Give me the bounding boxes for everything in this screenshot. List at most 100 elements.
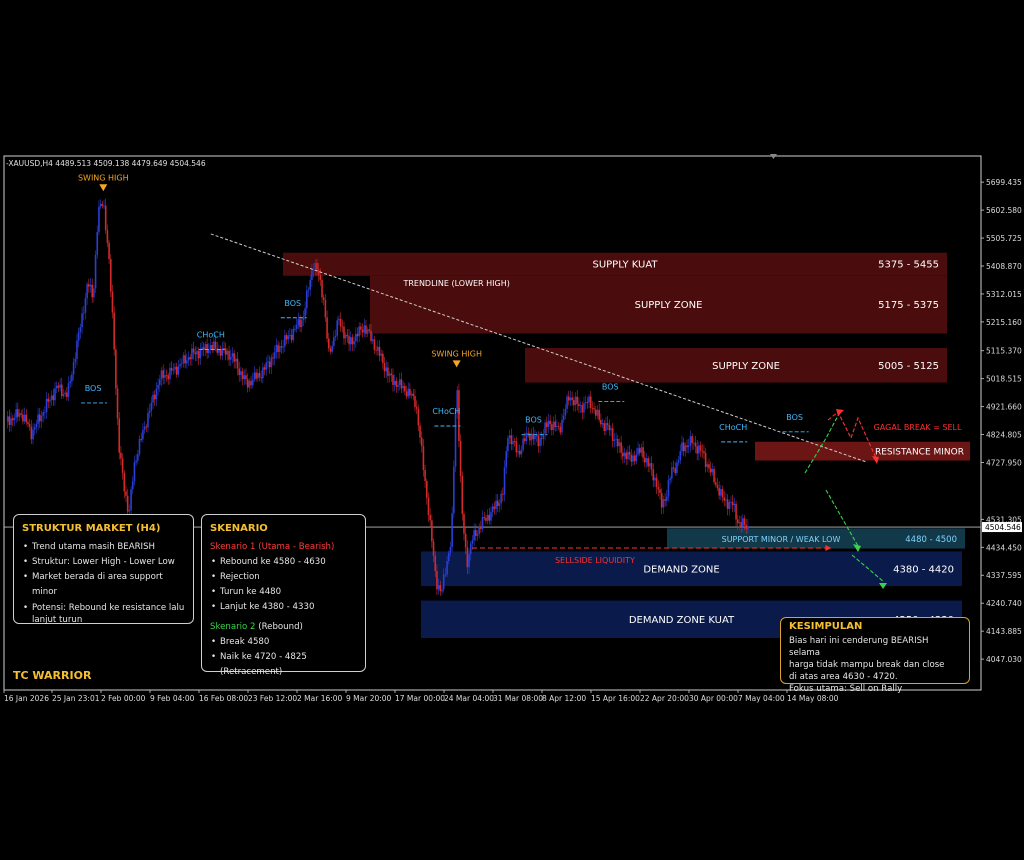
annotation-label: BOS <box>786 413 803 422</box>
candle-body <box>57 385 60 388</box>
candle-body <box>164 375 166 378</box>
candle-body <box>537 435 540 447</box>
candle-body <box>417 408 420 426</box>
candle-body <box>461 475 464 514</box>
candle-body <box>721 489 724 498</box>
candle-body <box>13 417 16 421</box>
candle-body <box>525 432 528 442</box>
candle-body <box>622 452 624 457</box>
candle-body <box>510 435 513 445</box>
candle-body <box>311 270 313 280</box>
candle-body <box>8 416 11 425</box>
candle-body <box>191 348 193 360</box>
y-tick-label: 4727.950 <box>986 459 1022 468</box>
candle-body <box>557 426 560 427</box>
candle-body <box>375 349 377 351</box>
annotation-label: SWING HIGH <box>78 173 129 182</box>
candle-body <box>179 364 181 367</box>
candle-body <box>723 497 726 501</box>
candle-body <box>6 416 9 422</box>
candle-body <box>30 426 33 440</box>
candle-body <box>635 454 638 462</box>
candle-body <box>505 451 508 468</box>
candle-body <box>424 469 426 482</box>
zone-range: 4380 - 4420 <box>893 564 954 575</box>
candle-body <box>235 358 237 362</box>
candle-body <box>140 438 142 440</box>
candle-body <box>250 380 252 386</box>
candle-body <box>745 524 747 529</box>
candle-body <box>93 288 95 298</box>
candle-body <box>442 574 445 590</box>
candle-body <box>20 413 23 415</box>
candle-body <box>392 375 394 385</box>
zone-label: RESISTANCE MINOR <box>875 448 964 458</box>
candle-body <box>126 495 129 512</box>
candle-body <box>552 421 555 430</box>
candle-body <box>574 396 577 406</box>
candle-body <box>436 571 438 590</box>
candle-body <box>280 346 283 348</box>
x-tick-label: 17 Mar 00:00 <box>395 694 445 703</box>
candle-body <box>130 489 132 511</box>
candle-body <box>94 254 97 289</box>
candle-body <box>223 347 225 349</box>
candle-body <box>15 409 17 418</box>
x-tick-label: 16 Jan 2026 <box>4 694 49 703</box>
candle-body <box>561 419 563 433</box>
candle-body <box>241 371 244 380</box>
candle-body <box>681 442 683 451</box>
candle-body <box>143 426 146 430</box>
candle-body <box>327 338 330 349</box>
candle-body <box>84 298 87 313</box>
candle-body <box>468 554 470 568</box>
candle-body <box>544 422 546 434</box>
annotation-label: GAGAL BREAK = SELL <box>874 423 962 432</box>
candle-body <box>356 333 359 337</box>
candle-body <box>517 451 519 453</box>
candle-body <box>432 541 435 556</box>
candle-body <box>204 344 207 350</box>
candle-body <box>671 467 673 479</box>
candle-body <box>581 405 584 413</box>
x-tick-label: 30 Apr 00:00 <box>689 694 738 703</box>
candle-body <box>289 334 291 336</box>
candle-body <box>186 360 188 364</box>
candle-body <box>630 454 633 462</box>
candle-body <box>500 493 502 504</box>
candle-body <box>419 425 421 438</box>
candle-body <box>464 533 467 548</box>
candle-body <box>420 437 423 447</box>
candle-body <box>437 585 440 590</box>
candle-body <box>54 388 56 401</box>
annotation-label: SWING HIGH <box>431 349 482 358</box>
candle-body <box>508 435 511 438</box>
candle-body <box>355 333 357 342</box>
y-tick-label: 5602.580 <box>986 206 1022 215</box>
candle-body <box>148 410 151 413</box>
skenario-2-title: Skenario 2 (Rebound) <box>210 620 357 635</box>
candle-body <box>284 335 286 347</box>
candle-body <box>231 353 234 357</box>
candle-body <box>257 372 259 379</box>
x-tick-label: 24 Mar 04:00 <box>444 694 494 703</box>
candle-body <box>277 344 279 352</box>
candle-body <box>699 445 702 451</box>
zone-range: 5175 - 5375 <box>878 300 939 311</box>
candle-body <box>138 438 141 455</box>
candle-body <box>290 334 293 341</box>
candle-body <box>686 445 688 448</box>
candle-body <box>660 492 663 508</box>
skenario-title: SKENARIO <box>210 523 268 534</box>
candle-body <box>522 438 524 450</box>
candle-body <box>150 402 153 411</box>
candle-body <box>742 518 744 527</box>
candle-body <box>409 388 411 396</box>
zone-range: 5375 - 5455 <box>878 260 939 271</box>
candle-body <box>40 415 43 422</box>
candle-body <box>404 385 406 392</box>
candle-body <box>165 375 168 377</box>
candle-body <box>486 514 489 521</box>
current-price-label: 4504.546 <box>985 523 1021 532</box>
candle-body <box>728 501 731 509</box>
